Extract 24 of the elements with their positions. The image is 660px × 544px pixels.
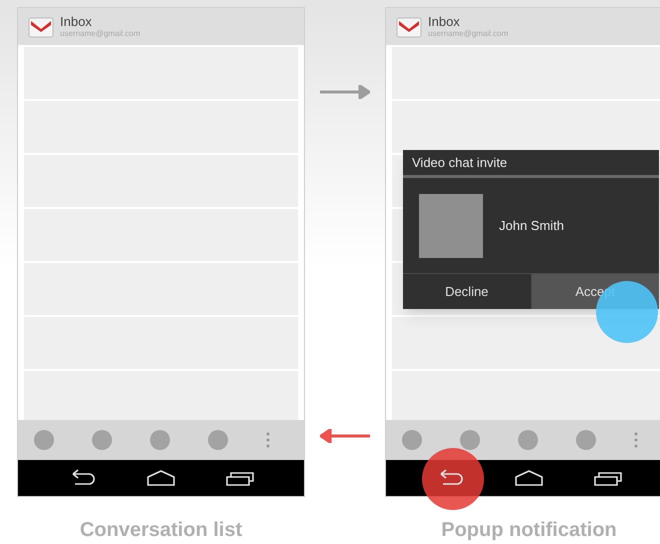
action-icon[interactable] bbox=[518, 430, 538, 450]
contact-name: John Smith bbox=[499, 216, 564, 235]
recent-apps-icon[interactable] bbox=[225, 469, 256, 487]
action-icon[interactable] bbox=[34, 430, 54, 450]
home-icon[interactable] bbox=[146, 469, 176, 487]
action-icon[interactable] bbox=[460, 430, 480, 450]
home-icon[interactable] bbox=[514, 469, 544, 487]
action-icon[interactable] bbox=[150, 430, 170, 450]
popup-title: Video chat invite bbox=[403, 150, 659, 178]
recent-apps-icon[interactable] bbox=[593, 469, 624, 487]
header-title: Inbox bbox=[428, 15, 461, 28]
mail-icon bbox=[28, 14, 54, 38]
header-title: Inbox bbox=[60, 15, 93, 28]
avatar-placeholder bbox=[419, 194, 483, 258]
dialog-button[interactable]: Decline bbox=[403, 274, 530, 309]
action-icon[interactable] bbox=[92, 430, 112, 450]
mail-icon bbox=[396, 14, 422, 38]
caption: Popup notification bbox=[441, 518, 617, 543]
overflow-menu-icon[interactable] bbox=[266, 432, 270, 448]
overflow-menu-icon[interactable] bbox=[634, 432, 638, 448]
caption: Conversation list bbox=[80, 518, 242, 543]
action-icon[interactable] bbox=[402, 430, 422, 450]
action-icon[interactable] bbox=[576, 430, 596, 450]
action-icon[interactable] bbox=[208, 430, 228, 450]
